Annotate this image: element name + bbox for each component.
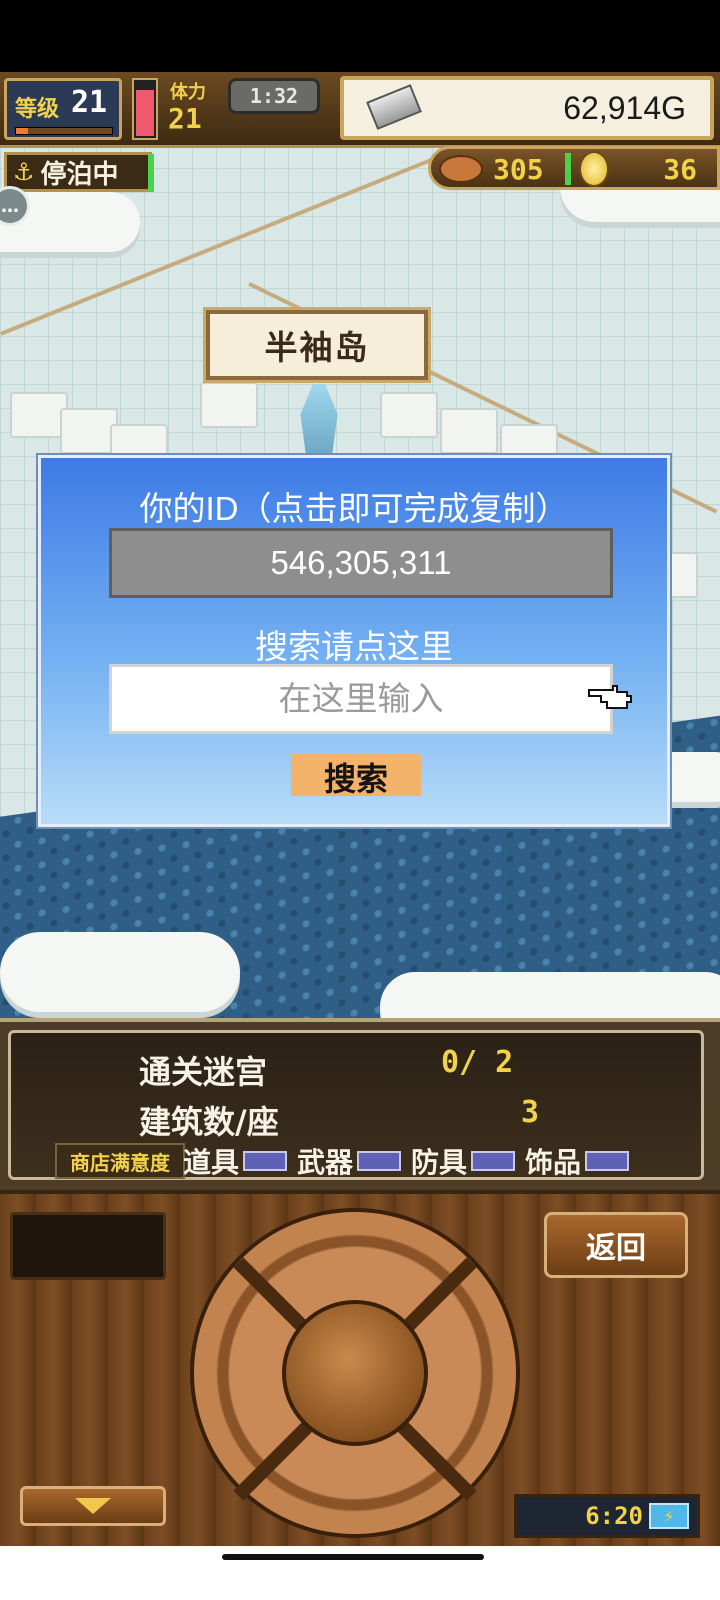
category-items: 道具	[183, 1143, 288, 1179]
dpad-center-button[interactable]	[282, 1300, 428, 1446]
control-panel: 返回 6:20 ⚡	[0, 1190, 720, 1546]
satisfaction-bar	[585, 1151, 630, 1171]
satisfaction-bar	[243, 1151, 288, 1171]
search-input[interactable]	[109, 664, 613, 734]
category-accessories: 饰品	[525, 1143, 630, 1179]
satisfaction-bar	[357, 1151, 402, 1171]
category-label: 武器	[297, 1146, 354, 1179]
id-search-dialog: 你的ID（点击即可完成复制） 546,305,311 搜索请点这里 搜索	[36, 453, 672, 829]
dungeon-label: 通关迷宫	[139, 1053, 268, 1091]
stats-inner: 通关迷宫 0/ 2 建筑数/座 3 商店满意度 道具 武器 防具 饰品	[8, 1030, 704, 1180]
home-indicator[interactable]	[222, 1554, 484, 1560]
battery-charging-icon: ⚡	[649, 1503, 689, 1529]
shop-satisfaction-label: 商店满意度	[55, 1143, 185, 1179]
category-label: 道具	[183, 1146, 240, 1179]
clock: 1:32	[228, 78, 320, 114]
back-button[interactable]: 返回	[544, 1212, 688, 1278]
search-button[interactable]: 搜索	[291, 754, 421, 798]
down-arrow-icon	[75, 1498, 111, 1514]
buildings-label: 建筑数/座	[139, 1103, 279, 1141]
gold-display: 62,914G	[340, 76, 714, 140]
down-button[interactable]	[20, 1486, 166, 1526]
snow-tile	[440, 408, 498, 454]
meat-value: 305	[493, 153, 544, 186]
resource-separator	[565, 153, 571, 185]
silver-bar-icon	[366, 84, 422, 130]
coin-icon	[579, 151, 609, 187]
category-label: 饰品	[525, 1146, 582, 1179]
user-id-box[interactable]: 546,305,311	[109, 528, 613, 598]
level-box: 等级 21	[4, 78, 122, 140]
level-label: 等级	[15, 97, 60, 122]
stamina-value: 21	[168, 102, 202, 135]
hp-bar	[132, 78, 158, 140]
category-label: 防具	[411, 1146, 468, 1179]
dock-indicator	[148, 154, 154, 192]
search-hint: 搜索请点这里	[255, 628, 453, 665]
category-armor: 防具	[411, 1143, 516, 1179]
island-stats-panel: 通关迷宫 0/ 2 建筑数/座 3 商店满意度 道具 武器 防具 饰品	[0, 1018, 720, 1190]
dialog-title[interactable]: 你的ID（点击即可完成复制）	[41, 482, 667, 530]
anchor-icon: ⚓	[13, 158, 35, 186]
satisfaction-bar	[471, 1151, 516, 1171]
level-progress-fill	[16, 128, 28, 134]
stamina-label: 体力	[170, 82, 206, 103]
dock-status-badge[interactable]: ⚓ 停泊中	[4, 152, 152, 192]
dock-status-label: 停泊中	[40, 159, 119, 190]
game-time-box: 6:20 ⚡	[514, 1494, 700, 1538]
resource-display: 305 36	[428, 146, 720, 190]
category-weapons: 武器	[297, 1143, 402, 1179]
pointing-hand-icon	[588, 685, 632, 709]
status-bar	[0, 0, 720, 72]
coin-value: 36	[663, 153, 697, 186]
gold-value: 62,914G	[563, 90, 686, 126]
mini-screen	[10, 1212, 166, 1280]
dungeon-value: 0/ 2	[441, 1045, 514, 1080]
game-time: 6:20	[585, 1502, 643, 1530]
level-value: 21	[71, 85, 108, 120]
level-progress-bar	[15, 127, 113, 135]
snow-tile	[380, 392, 438, 438]
top-hud: 等级 21 体力 21 1:32 62,914G	[0, 72, 720, 148]
hp-fill	[136, 90, 154, 136]
island-name-sign[interactable]: 半袖岛	[203, 307, 431, 383]
buildings-value: 3	[521, 1095, 540, 1130]
snow-tile	[200, 382, 258, 428]
meat-icon	[439, 155, 483, 183]
cloud	[0, 932, 240, 1012]
system-nav-bar	[0, 1546, 720, 1600]
